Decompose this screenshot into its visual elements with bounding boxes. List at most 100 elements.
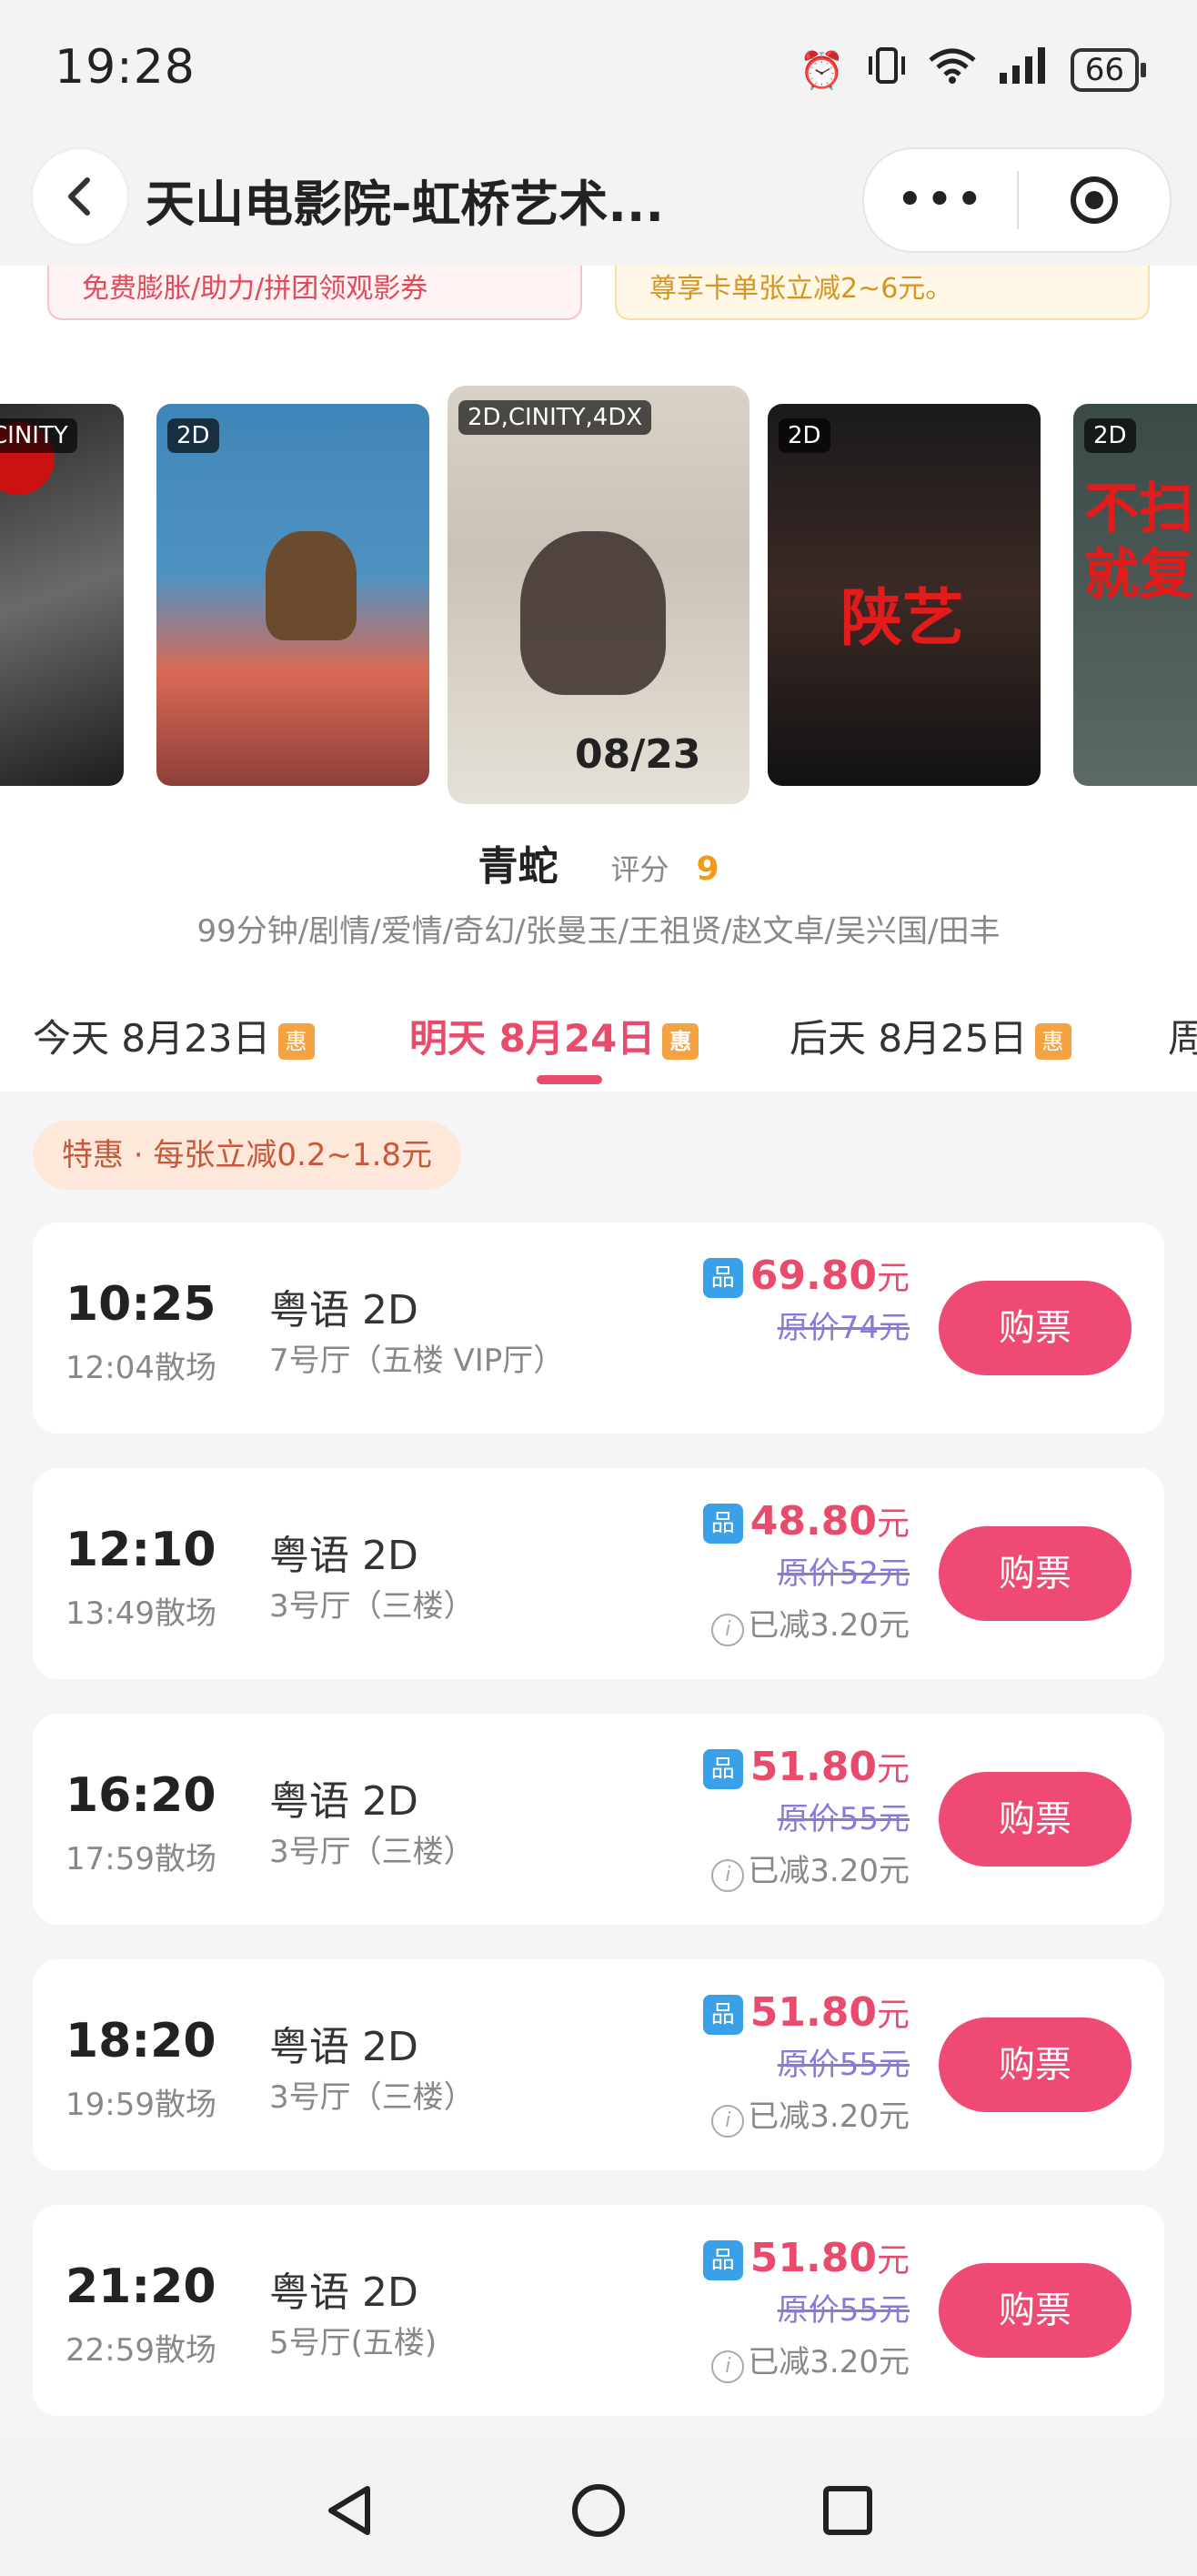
reduction-info[interactable]: i 已减3.20元 bbox=[703, 1600, 910, 1646]
tab-date-today[interactable]: 今天 8月23日惠 bbox=[33, 1008, 315, 1063]
poster-title-art: 不扫就复 bbox=[1084, 478, 1193, 607]
price-line: 品 51.80元 bbox=[702, 2234, 910, 2281]
price-badge-icon: 品 bbox=[702, 1258, 743, 1298]
chevron-left-icon bbox=[68, 177, 90, 216]
recents-square-icon[interactable] bbox=[819, 2481, 877, 2540]
movie-poster[interactable]: 不扫就复 2D bbox=[1073, 404, 1197, 786]
price-block: 品 51.80元 原价55元 i 已减3.20元 bbox=[702, 1988, 910, 2138]
session-hall: 5号厅(五楼) bbox=[269, 2325, 438, 2361]
session-hall: 7号厅（五楼 VIP厅） bbox=[269, 1343, 565, 1379]
session-list: 特惠 · 每张立减0.2~1.8元 10:25 12:04散场 粤语 2D 7号… bbox=[0, 1092, 1197, 2438]
session-row[interactable]: 10:25 12:04散场 粤语 2D 7号厅（五楼 VIP厅） 品 69.80元… bbox=[33, 1223, 1164, 1434]
buy-ticket-button[interactable]: 购票 bbox=[939, 1526, 1132, 1621]
reduction-text: 已减3.20元 bbox=[748, 1853, 910, 1889]
discount-badge: 惠 bbox=[1034, 1022, 1071, 1060]
price-badge-icon: 品 bbox=[702, 1995, 743, 2035]
info-icon: i bbox=[711, 1614, 745, 1646]
session-end-time: 17:59散场 bbox=[65, 1841, 216, 1877]
buy-ticket-button[interactable]: 购票 bbox=[939, 1772, 1132, 1867]
reduction-text: 已减3.20元 bbox=[748, 1607, 910, 1644]
reduction-info[interactable]: i 已减3.20元 bbox=[703, 2337, 910, 2383]
tab-date-day-after[interactable]: 后天 8月25日惠 bbox=[790, 1008, 1071, 1063]
battery-icon: 66 bbox=[1070, 48, 1146, 92]
original-price: 原价52元 bbox=[777, 1555, 910, 1592]
promo-strip: 免费膨胀/助力/拼团领观影券 尊享卡单张立减2~6元。 bbox=[0, 266, 1197, 364]
poster-title-art: 陕艺 bbox=[840, 583, 965, 655]
target-icon bbox=[1071, 176, 1118, 224]
session-price: 69.80 bbox=[749, 1253, 877, 1299]
info-icon: i bbox=[711, 2350, 745, 2383]
tab-date-next[interactable]: 周 bbox=[1168, 1008, 1197, 1063]
session-language: 粤语 2D bbox=[269, 1533, 418, 1579]
reduction-text: 已减3.20元 bbox=[748, 2344, 910, 2380]
date-tabs: 今天 8月23日惠 明天 8月24日惠 后天 8月25日惠 周 bbox=[0, 982, 1197, 1092]
reduction-info[interactable]: i 已减3.20元 bbox=[703, 2091, 910, 2138]
poster-date: 08/23 bbox=[575, 731, 701, 778]
session-end-time: 13:49散场 bbox=[65, 1595, 216, 1632]
nav-bar: 天山电影院-虹桥艺术... ••• bbox=[0, 142, 1197, 266]
format-tag: 2D bbox=[1084, 418, 1136, 453]
active-tab-indicator bbox=[537, 1075, 602, 1084]
price-unit: 元 bbox=[876, 1505, 910, 1543]
session-row[interactable]: 12:10 13:49散场 粤语 2D 3号厅（三楼） 品 48.80元 原价52… bbox=[33, 1468, 1164, 1679]
reduction-info[interactable]: i 已减3.20元 bbox=[703, 1846, 910, 1892]
price-line: 品 69.80元 bbox=[702, 1252, 910, 1299]
poster-art bbox=[266, 531, 357, 640]
session-row[interactable]: 18:20 19:59散场 粤语 2D 3号厅（三楼） 品 51.80元 原价55… bbox=[33, 1959, 1164, 2170]
back-button[interactable] bbox=[33, 149, 127, 244]
price-line: 品 48.80元 bbox=[702, 1497, 910, 1545]
back-triangle-icon[interactable] bbox=[320, 2481, 378, 2540]
session-price: 48.80 bbox=[749, 1498, 877, 1545]
movie-info: 99分钟/剧情/爱情/奇幻/张曼玉/王祖贤/赵文卓/吴兴国/田丰 bbox=[196, 913, 1001, 950]
tab-label: 今天 8月23日 bbox=[33, 1016, 271, 1061]
session-row[interactable]: 21:20 22:59散场 粤语 2D 5号厅(五楼) 品 51.80元 原价55… bbox=[33, 2205, 1164, 2416]
info-icon: i bbox=[711, 1859, 745, 1892]
promo-card-discount[interactable]: 尊享卡单张立减2~6元。 bbox=[615, 266, 1150, 320]
wifi-icon bbox=[929, 47, 976, 93]
format-tag: CINITY bbox=[0, 418, 77, 453]
price-unit: 元 bbox=[876, 1997, 910, 2034]
price-block: 品 69.80元 原价74元 bbox=[702, 1252, 910, 1347]
session-end-time: 12:04散场 bbox=[65, 1350, 216, 1386]
price-unit: 元 bbox=[876, 1260, 910, 1297]
page-title: 天山电影院-虹桥艺术... bbox=[146, 176, 664, 233]
session-price: 51.80 bbox=[749, 1744, 877, 1790]
tab-date-tomorrow[interactable]: 明天 8月24日惠 bbox=[409, 1008, 699, 1063]
close-miniprogram-button[interactable] bbox=[1019, 176, 1170, 224]
session-row[interactable]: 16:20 17:59散场 粤语 2D 3号厅（三楼） 品 51.80元 原价55… bbox=[33, 1714, 1164, 1925]
tab-label: 明天 8月24日 bbox=[409, 1016, 656, 1061]
session-start-time: 18:20 bbox=[65, 2014, 216, 2068]
buy-ticket-button[interactable]: 购票 bbox=[939, 2263, 1132, 2358]
format-tag: 2D bbox=[167, 418, 219, 453]
poster-art bbox=[520, 531, 666, 695]
movie-poster[interactable]: 2D bbox=[156, 404, 429, 786]
score-label: 评分 bbox=[610, 852, 669, 887]
buy-ticket-button[interactable]: 购票 bbox=[939, 1281, 1132, 1375]
session-end-time: 19:59散场 bbox=[65, 2087, 216, 2123]
alarm-icon: ⏰ bbox=[799, 49, 845, 92]
home-circle-icon[interactable] bbox=[569, 2481, 628, 2540]
more-button[interactable]: ••• bbox=[864, 149, 1017, 251]
system-nav-bar bbox=[0, 2438, 1197, 2576]
session-start-time: 10:25 bbox=[65, 1277, 216, 1332]
session-language: 粤语 2D bbox=[269, 2269, 418, 2316]
discount-badge: 惠 bbox=[277, 1022, 315, 1060]
price-unit: 元 bbox=[876, 2242, 910, 2279]
session-start-time: 12:10 bbox=[65, 1523, 216, 1577]
buy-ticket-button[interactable]: 购票 bbox=[939, 2018, 1132, 2112]
movie-name: 青蛇 bbox=[478, 843, 558, 890]
movie-poster[interactable]: 陕艺 2D bbox=[768, 404, 1041, 786]
session-start-time: 16:20 bbox=[65, 1768, 216, 1823]
session-hall: 3号厅（三楼） bbox=[269, 2079, 475, 2116]
price-unit: 元 bbox=[876, 1751, 910, 1788]
session-language: 粤语 2D bbox=[269, 2024, 418, 2070]
movie-poster[interactable]: CINITY bbox=[0, 404, 124, 786]
price-block: 品 51.80元 原价55元 i 已减3.20元 bbox=[702, 2234, 910, 2383]
original-price: 原价55元 bbox=[777, 2047, 910, 2083]
movie-poster-selected[interactable]: 08/23 2D,CINITY,4DX bbox=[448, 386, 749, 804]
promo-coupon-card[interactable]: 免费膨胀/助力/拼团领观影券 bbox=[47, 266, 582, 320]
price-block: 品 48.80元 原价52元 i 已减3.20元 bbox=[702, 1497, 910, 1646]
price-line: 品 51.80元 bbox=[702, 1743, 910, 1790]
movie-title-row: 青蛇 评分 9 bbox=[0, 833, 1197, 891]
reduction-text: 已减3.20元 bbox=[748, 2098, 910, 2135]
